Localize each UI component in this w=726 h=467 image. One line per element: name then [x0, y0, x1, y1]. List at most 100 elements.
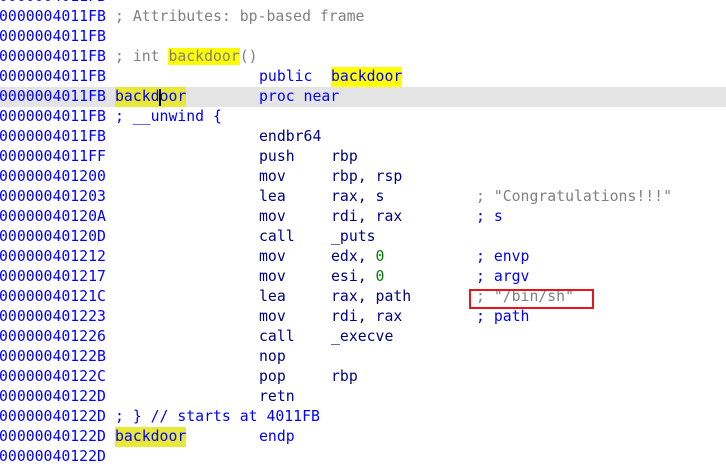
address[interactable]: 00000040122D [0, 387, 106, 407]
label-backdoor[interactable]: backdoor [115, 87, 187, 107]
unwind-comment: ; } // starts at 4011FB [115, 408, 320, 425]
operand[interactable]: esi, 0 [331, 267, 384, 287]
operand-backdoor[interactable]: backdoor [331, 67, 403, 87]
disasm-line[interactable]: 000000401212 mov edx, 0 ; envp [0, 247, 726, 267]
disasm-line[interactable]: 000000401226 call _execve [0, 327, 726, 347]
proto-suffix: () [239, 48, 258, 65]
operand-text: esi, [331, 268, 376, 285]
address[interactable]: 000000401200 [0, 167, 106, 187]
mnemonic: nop [259, 348, 286, 365]
address[interactable]: 0000004011FB [0, 0, 106, 7]
address[interactable]: 0000004011FB [0, 127, 106, 147]
disasm-line[interactable]: 00000040122B nop [0, 347, 726, 367]
disasm-line[interactable]: 00000040122D backdoor endp [0, 427, 726, 447]
mnemonic: call [259, 228, 295, 245]
mnemonic: mov [259, 268, 286, 285]
label-backdoor[interactable]: backdoor [115, 427, 187, 447]
auto-comment: ; argv [476, 268, 530, 285]
operand[interactable]: edx, 0 [331, 247, 384, 267]
address[interactable]: 000000401226 [0, 327, 106, 347]
comment: ; Attributes: bp-based frame [115, 8, 365, 25]
mnemonic: endbr64 [259, 128, 322, 145]
mnemonic: public [259, 68, 313, 85]
address[interactable]: 0000004011FB [0, 107, 106, 127]
disasm-line[interactable]: 0000004011FB public backdoor [0, 67, 726, 87]
operand-text: rax, path [331, 288, 412, 305]
auto-comment: ; envp [476, 248, 530, 265]
operand[interactable]: rbp [331, 367, 358, 387]
mnemonic: lea [259, 188, 286, 205]
proto-prefix: ; int [115, 48, 169, 65]
address[interactable]: 0000004011FB [0, 27, 106, 47]
disasm-line[interactable]: 000000401217 mov esi, 0 ; argv [0, 267, 726, 287]
operand-text: rbp [331, 148, 358, 165]
operand-text: _execve [331, 328, 394, 345]
address[interactable]: 000000401212 [0, 247, 106, 267]
disasm-line[interactable]: 000000401200 mov rbp, rsp [0, 167, 726, 187]
disasm-line[interactable]: 00000040122D ; } // starts at 4011FB [0, 407, 726, 427]
address[interactable]: 000000401223 [0, 307, 106, 327]
highlight-box-binsh [469, 289, 594, 309]
address[interactable]: 0000004011FB [0, 87, 106, 107]
mnemonic: call [259, 328, 295, 345]
disasm-line[interactable]: 00000040122D [0, 447, 726, 467]
operand-text: _puts [331, 228, 376, 245]
disasm-line[interactable]: 0000004011FB backdoor proc near [0, 87, 726, 107]
address[interactable]: 0000004011FF [0, 147, 106, 167]
mnemonic: push [259, 148, 295, 165]
address[interactable]: 00000040122B [0, 347, 106, 367]
mnemonic: lea [259, 288, 286, 305]
disasm-line[interactable]: 00000040120A mov rdi, rax ; s [0, 207, 726, 227]
operand[interactable]: rdi, rax [331, 207, 402, 227]
unwind-comment: ; __unwind { [115, 108, 222, 125]
operand[interactable]: _execve [331, 327, 393, 347]
operand-number: 0 [375, 268, 385, 285]
address[interactable]: 00000040121C [0, 287, 106, 307]
disasm-line[interactable]: 000000401223 mov rdi, rax ; path [0, 307, 726, 327]
address[interactable]: 00000040122D [0, 407, 106, 427]
disasm-line[interactable]: 0000004011FB ; int backdoor() [0, 47, 726, 67]
disasm-line[interactable]: 00000040122D retn [0, 387, 726, 407]
operand[interactable]: rbp, rsp [331, 167, 402, 187]
disassembly-view[interactable]: 0000004011FB0000004011FB; Attributes: bp… [0, 0, 726, 467]
disasm-line[interactable]: 00000040122C pop rbp [0, 367, 726, 387]
disasm-line[interactable]: 00000040121C lea rax, path; "/bin/sh" [0, 287, 726, 307]
operand-text: edx, [331, 248, 376, 265]
operand[interactable]: rax, path [331, 287, 411, 307]
address[interactable]: 000000401217 [0, 267, 106, 287]
mnemonic: mov [259, 248, 286, 265]
mnemonic: mov [259, 168, 286, 185]
address[interactable]: 00000040122D [0, 427, 106, 447]
function-prototype: ; int backdoor() [115, 47, 258, 67]
mnemonic: mov [259, 208, 286, 225]
address[interactable]: 00000040120A [0, 207, 106, 227]
operand-number: 0 [375, 248, 385, 265]
disasm-line[interactable]: 0000004011FF push rbp [0, 147, 726, 167]
operand[interactable]: rbp [331, 147, 358, 167]
disasm-line[interactable]: 000000401203 lea rax, s ; "Congratulations!… [0, 187, 726, 207]
mnemonic: endp [259, 428, 295, 445]
operand[interactable]: _puts [331, 227, 376, 247]
address[interactable]: 0000004011FB [0, 47, 106, 67]
proto-name-highlight[interactable]: backdoor [168, 48, 240, 65]
disasm-line[interactable]: 0000004011FB ; __unwind { [0, 107, 726, 127]
disasm-line[interactable]: 0000004011FB ; Attributes: bp-based frame [0, 7, 726, 27]
auto-comment: ; path [476, 308, 530, 325]
operand-text: rax, s [331, 188, 385, 205]
address[interactable]: 00000040120D [0, 227, 106, 247]
operand[interactable]: rdi, rax [331, 307, 402, 327]
disasm-line[interactable]: 0000004011FB [0, 0, 726, 7]
operand[interactable]: rax, s [331, 187, 384, 207]
address[interactable]: 0000004011FB [0, 7, 106, 27]
address[interactable]: 00000040122C [0, 367, 106, 387]
operand-text: rdi, rax [331, 308, 403, 325]
disasm-line[interactable]: 0000004011FB endbr64 [0, 127, 726, 147]
address[interactable]: 00000040122D [0, 447, 106, 467]
operand-text: rdi, rax [331, 208, 403, 225]
disasm-line[interactable]: 0000004011FB [0, 27, 726, 47]
address[interactable]: 000000401203 [0, 187, 106, 207]
address[interactable]: 0000004011FB [0, 67, 106, 87]
auto-comment: ; s [476, 208, 503, 225]
mnemonic: retn [259, 388, 295, 405]
disasm-line[interactable]: 00000040120D call _puts [0, 227, 726, 247]
